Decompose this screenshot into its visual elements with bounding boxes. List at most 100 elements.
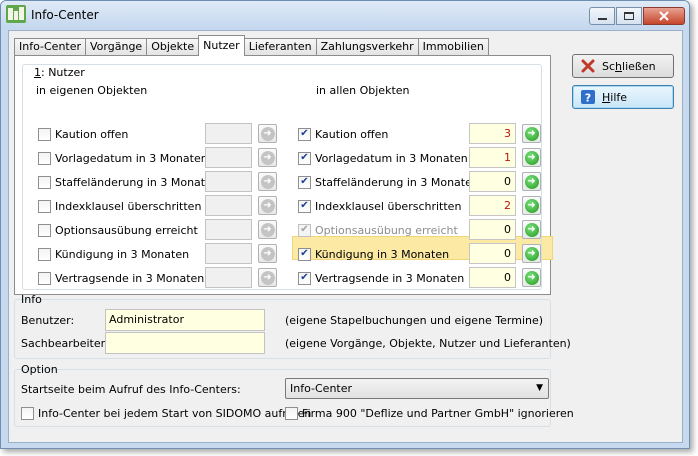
own-go-button[interactable]: ➜ <box>258 196 277 215</box>
all-count-field: 0 <box>469 243 516 264</box>
benutzer-field[interactable]: Administrator <box>105 309 265 331</box>
all-objects-header: in allen Objekten <box>316 84 410 97</box>
maximize-button[interactable] <box>616 7 642 25</box>
help-button[interactable]: ? Hilfe <box>572 85 674 109</box>
arrow-right-icon: ➜ <box>260 270 275 285</box>
tab-zahlungsverkehr[interactable]: Zahlungsverkehr <box>315 38 419 56</box>
startseite-label: Startseite beim Aufruf des Info-Centers: <box>21 383 241 396</box>
all-row[interactable]: ✔ Kaution offen <box>298 123 388 145</box>
checkbox-checked[interactable]: ✔ <box>298 247 311 261</box>
info-section-title: Info <box>21 293 42 306</box>
own-go-button[interactable]: ➜ <box>258 172 277 191</box>
checkbox[interactable] <box>38 151 51 165</box>
startseite-value: Info-Center <box>290 382 353 395</box>
own-go-button[interactable]: ➜ <box>258 124 277 143</box>
own-go-button[interactable]: ➜ <box>258 148 277 167</box>
option-checkbox-info-center[interactable]: Info-Center bei jedem Start von SIDOMO a… <box>21 402 311 424</box>
arrow-right-icon: ➜ <box>524 246 539 261</box>
own-count-field <box>205 267 252 288</box>
checkbox-checked[interactable]: ✔ <box>298 151 311 165</box>
close-button[interactable]: Schließen <box>572 54 674 78</box>
all-go-button[interactable]: ➜ <box>522 244 541 263</box>
own-go-button[interactable]: ➜ <box>258 220 277 239</box>
sachbearbeiter-label: Sachbearbeiter: <box>21 337 109 350</box>
arrow-right-icon: ➜ <box>260 126 275 141</box>
own-count-field <box>205 123 252 144</box>
checkbox[interactable] <box>38 223 51 237</box>
own-count-field <box>205 219 252 240</box>
checkbox-checked[interactable]: ✔ <box>298 223 311 237</box>
own-count-field <box>205 195 252 216</box>
checkbox[interactable] <box>38 271 51 285</box>
option-section-title: Option <box>21 363 58 376</box>
checkbox[interactable] <box>38 199 51 213</box>
close-window-button[interactable] <box>643 7 685 25</box>
all-row[interactable]: ✔ Vertragsende in 3 Monaten <box>298 267 464 289</box>
own-row[interactable]: Vorlagedatum in 3 Monaten <box>38 147 208 169</box>
all-row[interactable]: ✔ Optionsausübung erreicht <box>298 219 458 241</box>
checkbox[interactable] <box>285 406 298 420</box>
all-row-label: Indexklausel überschritten <box>315 199 462 213</box>
tab-immobilien[interactable]: Immobilien <box>417 38 489 56</box>
own-row[interactable]: Indexklausel überschritten <box>38 195 201 217</box>
tab-vorgaenge[interactable]: Vorgänge <box>85 38 148 56</box>
own-go-button[interactable]: ➜ <box>258 244 277 263</box>
tab-strip: Info-Center Vorgänge Objekte Nutzer Lief… <box>14 35 489 56</box>
arrow-right-icon: ➜ <box>524 270 539 285</box>
all-go-button[interactable]: ➜ <box>522 220 541 239</box>
own-row[interactable]: Kaution offen <box>38 123 128 145</box>
all-go-button[interactable]: ➜ <box>522 268 541 287</box>
checkbox-checked[interactable]: ✔ <box>298 271 311 285</box>
all-row[interactable]: ✔ Kündigung in 3 Monaten <box>298 243 449 265</box>
client-area: Info-Center Vorgänge Objekte Nutzer Lief… <box>8 30 683 443</box>
all-row[interactable]: ✔ Vorlagedatum in 3 Monaten <box>298 147 468 169</box>
option-checkbox-firma[interactable]: Firma 900 "Deflize und Partner GmbH" ign… <box>285 402 574 424</box>
all-go-button[interactable]: ➜ <box>522 124 541 143</box>
arrow-right-icon: ➜ <box>524 198 539 213</box>
tab-objekte[interactable]: Objekte <box>146 38 200 56</box>
info-section <box>14 299 551 359</box>
benutzer-label: Benutzer: <box>21 314 75 327</box>
tab-lieferanten[interactable]: Lieferanten <box>243 38 317 56</box>
window-title: Info-Center <box>31 8 99 22</box>
all-row-label: Vertragsende in 3 Monaten <box>315 271 465 285</box>
checkbox[interactable] <box>38 175 51 189</box>
maximize-icon <box>624 12 634 20</box>
arrow-right-icon: ➜ <box>524 222 539 237</box>
arrow-right-icon: ➜ <box>524 150 539 165</box>
own-row[interactable]: Optionsausübung erreicht <box>38 219 198 241</box>
own-row[interactable]: Staffeländerung in 3 Monaten <box>38 171 219 193</box>
checkbox[interactable] <box>38 127 51 141</box>
tab-nutzer[interactable]: Nutzer <box>198 35 245 56</box>
minimize-button[interactable] <box>589 7 615 25</box>
own-row-label: Indexklausel überschritten <box>55 199 202 213</box>
arrow-right-icon: ➜ <box>524 174 539 189</box>
all-count-field: 1 <box>469 147 516 168</box>
own-row-label: Optionsausübung erreicht <box>55 223 198 237</box>
all-row[interactable]: ✔ Staffeländerung in 3 Monaten <box>298 171 479 193</box>
own-row[interactable]: Vertragsende in 3 Monaten <box>38 267 204 289</box>
title-bar[interactable]: Info-Center <box>1 1 689 29</box>
tab-info-center[interactable]: Info-Center <box>14 38 87 56</box>
all-go-button[interactable]: ➜ <box>522 172 541 191</box>
checkbox[interactable] <box>21 406 34 420</box>
arrow-right-icon: ➜ <box>260 174 275 189</box>
arrow-right-icon: ➜ <box>260 150 275 165</box>
all-row[interactable]: ✔ Indexklausel überschritten <box>298 195 461 217</box>
sachbearbeiter-field[interactable] <box>105 332 265 354</box>
checkbox-checked[interactable]: ✔ <box>298 175 311 189</box>
checkbox-checked[interactable]: ✔ <box>298 199 311 213</box>
arrow-right-icon: ➜ <box>260 222 275 237</box>
own-objects-header: in eigenen Objekten <box>36 84 148 97</box>
startseite-select[interactable]: Info-Center ▼ <box>285 378 549 399</box>
all-row-label: Staffeländerung in 3 Monaten <box>315 175 479 189</box>
checkbox[interactable] <box>38 247 51 261</box>
own-go-button[interactable]: ➜ <box>258 268 277 287</box>
help-icon: ? <box>581 90 595 104</box>
all-go-button[interactable]: ➜ <box>522 196 541 215</box>
own-row[interactable]: Kündigung in 3 Monaten <box>38 243 189 265</box>
checkbox-checked[interactable]: ✔ <box>298 127 311 141</box>
own-count-field <box>205 243 252 264</box>
info-center-window: Info-Center Info-Center Vorgänge Objekte… <box>0 0 690 449</box>
all-go-button[interactable]: ➜ <box>522 148 541 167</box>
